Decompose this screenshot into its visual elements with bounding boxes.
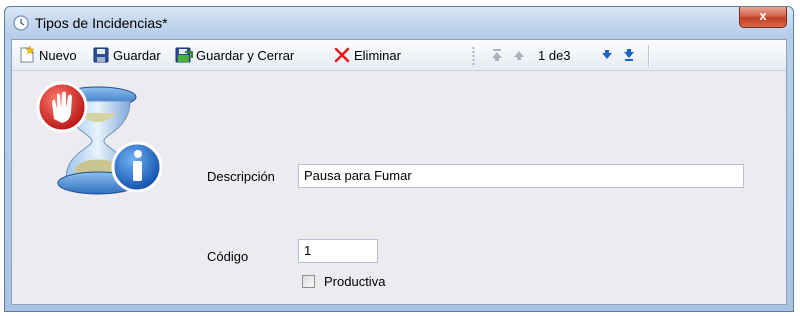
toolbar: Nuevo Guardar Guardar y Cerrar Eliminar … bbox=[12, 40, 786, 71]
guardar-cerrar-label: Guardar y Cerrar bbox=[196, 47, 295, 63]
incidencias-window: Tipos de Incidencias* x Nuevo Guardar Gu… bbox=[4, 6, 794, 312]
productiva-checkbox[interactable] bbox=[302, 275, 315, 288]
next-record-icon bbox=[602, 50, 612, 59]
previous-record-button[interactable] bbox=[512, 45, 529, 65]
last-record-icon bbox=[624, 49, 634, 61]
nuevo-button[interactable]: Nuevo bbox=[18, 45, 77, 65]
delete-x-icon bbox=[334, 47, 350, 63]
last-record-button[interactable] bbox=[622, 45, 639, 65]
record-position-label: 1 de3 bbox=[538, 47, 571, 63]
save-and-close-icon bbox=[175, 47, 193, 63]
descripcion-value: Pausa para Fumar bbox=[304, 168, 412, 183]
first-record-button[interactable] bbox=[490, 45, 507, 65]
clock-icon bbox=[13, 15, 29, 31]
window-title: Tipos de Incidencias* bbox=[35, 15, 168, 31]
codigo-value: 1 bbox=[304, 243, 312, 258]
toolbar-grip bbox=[472, 46, 475, 66]
eliminar-label: Eliminar bbox=[354, 47, 401, 63]
form-content: Descripción Pausa para Fumar Código 1 Pr… bbox=[12, 71, 786, 304]
descripcion-label: Descripción bbox=[207, 169, 275, 184]
save-icon bbox=[93, 47, 109, 63]
client-area: Nuevo Guardar Guardar y Cerrar Eliminar … bbox=[11, 39, 787, 305]
first-record-icon bbox=[492, 49, 502, 61]
hourglass-stop-info-icon bbox=[36, 81, 162, 195]
previous-record-icon bbox=[514, 51, 524, 60]
title-bar[interactable]: Tipos de Incidencias* x bbox=[5, 7, 793, 39]
guardar-cerrar-button[interactable]: Guardar y Cerrar bbox=[175, 45, 294, 65]
nuevo-label: Nuevo bbox=[39, 47, 77, 63]
close-button[interactable]: x bbox=[739, 7, 787, 28]
productiva-label[interactable]: Productiva bbox=[324, 274, 385, 289]
codigo-field[interactable]: 1 bbox=[298, 239, 378, 263]
guardar-label: Guardar bbox=[113, 47, 161, 63]
next-record-button[interactable] bbox=[600, 45, 617, 65]
new-document-icon bbox=[20, 46, 35, 63]
eliminar-button[interactable]: Eliminar bbox=[333, 45, 401, 65]
guardar-button[interactable]: Guardar bbox=[92, 45, 161, 65]
codigo-label: Código bbox=[207, 249, 249, 264]
close-icon: x bbox=[759, 8, 767, 23]
record-position: 1 de3 bbox=[538, 45, 571, 65]
descripcion-field[interactable]: Pausa para Fumar bbox=[298, 164, 744, 188]
toolbar-separator bbox=[648, 45, 650, 67]
